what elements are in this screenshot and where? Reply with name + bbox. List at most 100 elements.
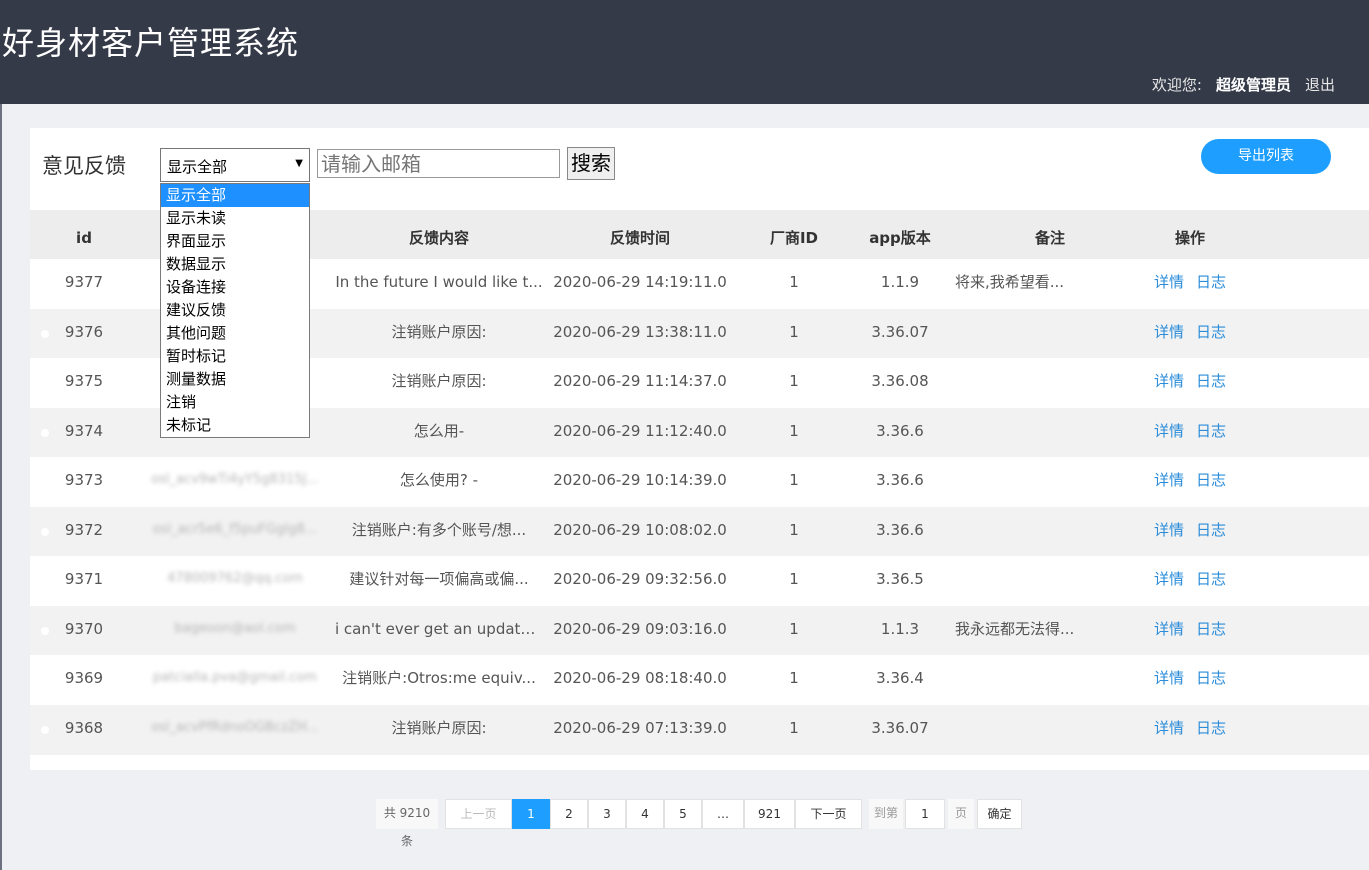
dropdown-option[interactable]: 显示未读: [161, 207, 309, 230]
cell-id: 9377: [64, 273, 104, 291]
detail-link[interactable]: 详情: [1154, 719, 1184, 737]
log-link[interactable]: 日志: [1196, 273, 1226, 291]
page-button-4[interactable]: 4: [626, 799, 664, 829]
col-header-version: app版本: [869, 229, 931, 247]
cell-email: 478009762@qq.com: [167, 571, 303, 586]
dropdown-option[interactable]: 未标记: [161, 414, 309, 437]
page-button-5[interactable]: 5: [664, 799, 702, 829]
cell-vendor: 1: [789, 669, 799, 687]
unread-dot-icon: [41, 428, 49, 437]
cell-content: 注销账户原因:: [391, 372, 487, 390]
page-button-2[interactable]: 2: [550, 799, 588, 829]
cell-remark: [955, 655, 1090, 705]
dropdown-arrow-icon: ▼: [295, 158, 303, 169]
detail-link[interactable]: 详情: [1154, 620, 1184, 638]
dropdown-option[interactable]: 测量数据: [161, 368, 309, 391]
goto-label: 到第: [869, 799, 903, 829]
cell-content: In the future I would like t...: [335, 273, 543, 291]
cell-time: 2020-06-29 10:08:02.0: [553, 520, 727, 539]
unread-dot-icon: [41, 626, 49, 635]
prev-page-button[interactable]: 上一页: [445, 799, 512, 829]
cell-time: 2020-06-29 08:18:40.0: [553, 669, 727, 687]
next-page-button[interactable]: 下一页: [795, 799, 862, 829]
total-count: 共 9210 条: [376, 799, 438, 848]
goto-page-input[interactable]: 1: [905, 799, 945, 829]
cell-time: 2020-06-29 09:32:56.0: [553, 570, 727, 588]
goto-confirm-button[interactable]: 确定: [977, 799, 1022, 829]
detail-link[interactable]: 详情: [1154, 422, 1184, 440]
cell-email: bageoon@aol.com: [174, 620, 296, 636]
log-link[interactable]: 日志: [1196, 372, 1226, 390]
cell-version: 3.36.6: [876, 520, 924, 539]
cell-id: 9371: [64, 570, 104, 588]
logout-link[interactable]: 退出: [1305, 76, 1335, 94]
cell-actions: 详情 日志: [1145, 507, 1235, 557]
cell-actions: 详情 日志: [1145, 309, 1235, 359]
cell-vendor: 1: [789, 718, 799, 737]
cell-content: 注销账户原因:: [391, 718, 487, 737]
log-link[interactable]: 日志: [1196, 323, 1226, 341]
search-button[interactable]: 搜索: [567, 147, 615, 180]
dropdown-option[interactable]: 注销: [161, 391, 309, 414]
col-header-time: 反馈时间: [609, 229, 670, 247]
log-link[interactable]: 日志: [1196, 570, 1226, 588]
page-button-921[interactable]: 921: [744, 799, 795, 829]
cell-version: 3.36.6: [876, 421, 924, 440]
dropdown-option[interactable]: 设备连接: [161, 276, 309, 299]
cell-vendor: 1: [789, 322, 799, 341]
dropdown-option[interactable]: 数据显示: [161, 253, 309, 276]
cell-content: i can't ever get an update ...: [335, 619, 543, 638]
log-link[interactable]: 日志: [1196, 669, 1226, 687]
cell-vendor: 1: [789, 471, 799, 489]
cell-actions: 详情 日志: [1145, 655, 1235, 705]
cell-email: osl_acvPfRdnoOGBczZH...: [151, 719, 319, 735]
welcome-text: 欢迎您:: [1151, 76, 1202, 94]
log-link[interactable]: 日志: [1196, 471, 1226, 489]
cell-content: 注销账户:Otros:me equiv...: [342, 669, 536, 687]
dropdown-option[interactable]: 显示全部: [161, 184, 309, 207]
cell-actions: 详情 日志: [1145, 259, 1235, 309]
feedback-type-dropdown: 显示全部 显示未读 界面显示 数据显示 设备连接 建议反馈 其他问题 暂时标记 测量数据 注销 未标…: [160, 183, 310, 438]
cell-remark: [955, 556, 1090, 606]
page-button-3[interactable]: 3: [588, 799, 626, 829]
detail-link[interactable]: 详情: [1154, 372, 1184, 390]
cell-version: 3.36.6: [876, 471, 924, 489]
cell-version: 3.36.5: [876, 570, 924, 588]
table-row: 9370 bageoon@aol.com i can't ever get an u…: [30, 605, 1369, 656]
feedback-type-select[interactable]: 显示全部 ▼: [160, 148, 310, 182]
cell-email: osl_acr5e6_f5puFGgIg8...: [152, 521, 318, 537]
cell-id: 9369: [64, 669, 104, 687]
log-link[interactable]: 日志: [1196, 422, 1226, 440]
cell-vendor: 1: [789, 273, 799, 291]
cell-id: 9376: [64, 322, 104, 341]
dropdown-option[interactable]: 暂时标记: [161, 345, 309, 368]
table-row: 9368 osl_acvPfRdnoOGBczZH... 注销账户原因: 2020-0…: [30, 704, 1369, 755]
cell-remark: [955, 507, 1090, 557]
detail-link[interactable]: 详情: [1154, 273, 1184, 291]
log-link[interactable]: 日志: [1196, 620, 1226, 638]
detail-link[interactable]: 详情: [1154, 570, 1184, 588]
log-link[interactable]: 日志: [1196, 521, 1226, 539]
cell-remark: 将来,我希望看...: [955, 273, 1065, 291]
dropdown-option[interactable]: 建议反馈: [161, 299, 309, 322]
user-name[interactable]: 超级管理员: [1216, 76, 1291, 94]
cell-version: 3.36.07: [871, 718, 929, 737]
detail-link[interactable]: 详情: [1154, 471, 1184, 489]
export-list-button[interactable]: 导出列表: [1201, 139, 1331, 174]
email-search-input[interactable]: [317, 149, 560, 178]
detail-link[interactable]: 详情: [1154, 669, 1184, 687]
detail-link[interactable]: 详情: [1154, 323, 1184, 341]
cell-actions: 详情 日志: [1145, 606, 1235, 656]
detail-link[interactable]: 详情: [1154, 521, 1184, 539]
cell-remark: [955, 408, 1090, 458]
dropdown-option[interactable]: 界面显示: [161, 230, 309, 253]
cell-actions: 详情 日志: [1145, 705, 1235, 755]
log-link[interactable]: 日志: [1196, 719, 1226, 737]
cell-version: 3.36.07: [871, 322, 929, 341]
app-title: 好身材客户管理系统: [2, 24, 300, 62]
cell-id: 9374: [64, 421, 104, 440]
page-button-1[interactable]: 1: [512, 799, 550, 829]
dropdown-option[interactable]: 其他问题: [161, 322, 309, 345]
cell-email: patcialla.pva@gmail.com: [152, 670, 318, 685]
cell-version: 3.36.08: [871, 372, 929, 390]
